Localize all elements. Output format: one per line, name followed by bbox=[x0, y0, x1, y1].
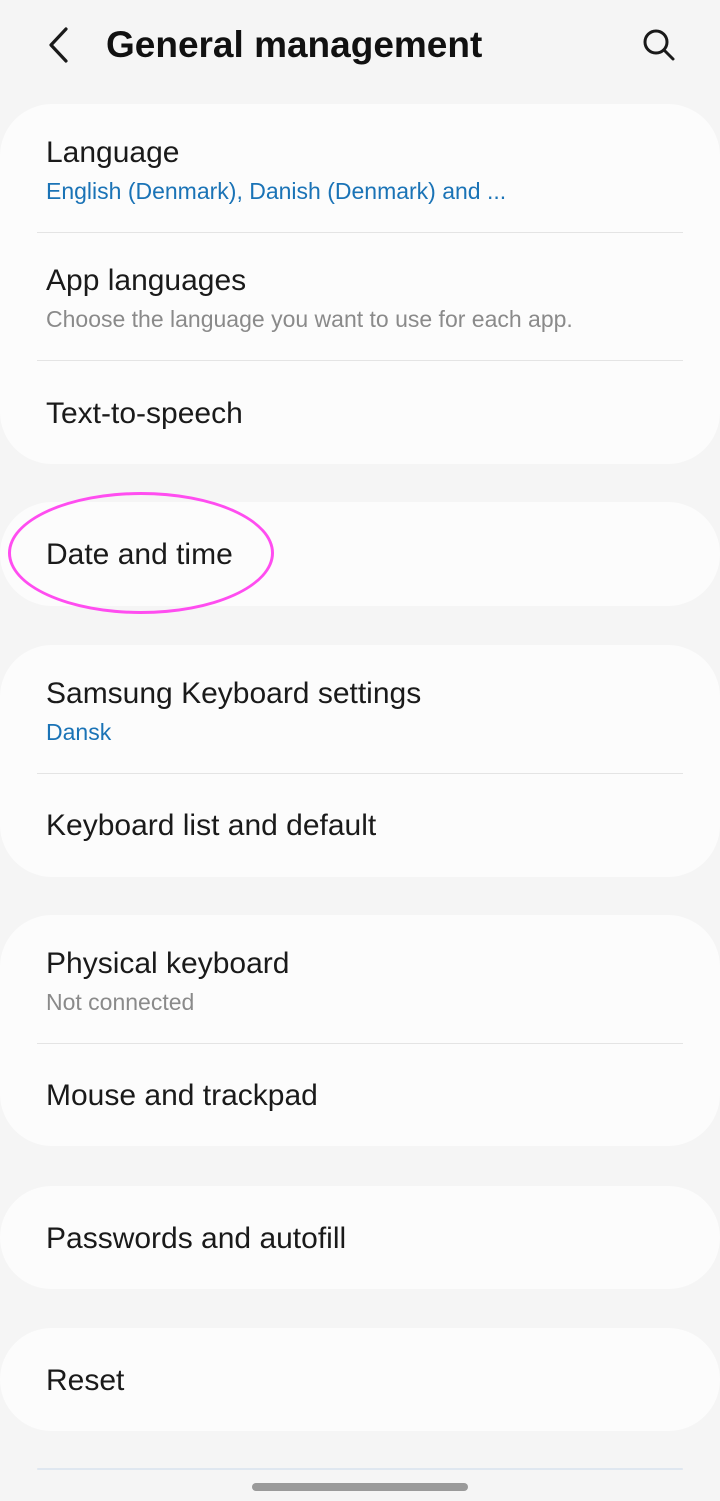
list-item-title: Keyboard list and default bbox=[46, 809, 377, 842]
list-item-title: Language bbox=[46, 136, 180, 169]
list-item-subtitle: Not connected bbox=[46, 989, 195, 1015]
page-title: General management bbox=[106, 24, 483, 65]
settings-group-reset: Reset bbox=[0, 1328, 720, 1431]
list-item-title: Physical keyboard bbox=[46, 947, 290, 980]
next-card-edge bbox=[37, 1468, 683, 1470]
top-app-bar: General management bbox=[0, 0, 720, 92]
list-item-title: Samsung Keyboard settings bbox=[46, 677, 422, 710]
search-icon bbox=[643, 29, 675, 61]
list-item-mouse-trackpad[interactable]: Mouse and trackpad bbox=[0, 1044, 720, 1146]
list-item-passwords-autofill[interactable]: Passwords and autofill bbox=[0, 1186, 720, 1289]
list-item-title: App languages bbox=[46, 264, 247, 297]
list-item-date-and-time[interactable]: Date and time bbox=[0, 502, 720, 606]
search-button[interactable] bbox=[636, 22, 682, 68]
list-item-samsung-keyboard[interactable]: Samsung Keyboard settings Dansk bbox=[0, 645, 720, 773]
list-item-subtitle: English (Denmark), Danish (Denmark) and … bbox=[46, 178, 507, 204]
list-item-title: Text-to-speech bbox=[46, 397, 243, 430]
list-item-subtitle: Choose the language you want to use for … bbox=[46, 306, 573, 332]
settings-group-date-time: Date and time bbox=[0, 502, 720, 606]
list-item-physical-keyboard[interactable]: Physical keyboard Not connected bbox=[0, 915, 720, 1043]
settings-screen: General management Language English (Den… bbox=[0, 0, 720, 1501]
list-item-text-to-speech[interactable]: Text-to-speech bbox=[0, 361, 720, 464]
list-item-title: Reset bbox=[46, 1364, 125, 1397]
list-item-reset[interactable]: Reset bbox=[0, 1328, 720, 1431]
back-button[interactable] bbox=[36, 22, 82, 68]
list-item-language[interactable]: Language English (Denmark), Danish (Denm… bbox=[0, 104, 720, 232]
settings-group-physical-input: Physical keyboard Not connected Mouse an… bbox=[0, 915, 720, 1146]
settings-group-language: Language English (Denmark), Danish (Denm… bbox=[0, 104, 720, 464]
list-item-keyboard-list[interactable]: Keyboard list and default bbox=[0, 774, 720, 877]
settings-group-keyboard: Samsung Keyboard settings Dansk Keyboard… bbox=[0, 645, 720, 877]
chevron-left-icon bbox=[49, 27, 68, 63]
list-item-title: Date and time bbox=[46, 538, 233, 571]
list-item-subtitle: Dansk bbox=[46, 719, 112, 745]
list-item-title: Mouse and trackpad bbox=[46, 1079, 318, 1112]
list-item-app-languages[interactable]: App languages Choose the language you wa… bbox=[0, 233, 720, 360]
gesture-nav-handle[interactable] bbox=[252, 1483, 468, 1491]
list-item-title: Passwords and autofill bbox=[46, 1222, 347, 1255]
settings-group-passwords: Passwords and autofill bbox=[0, 1186, 720, 1289]
